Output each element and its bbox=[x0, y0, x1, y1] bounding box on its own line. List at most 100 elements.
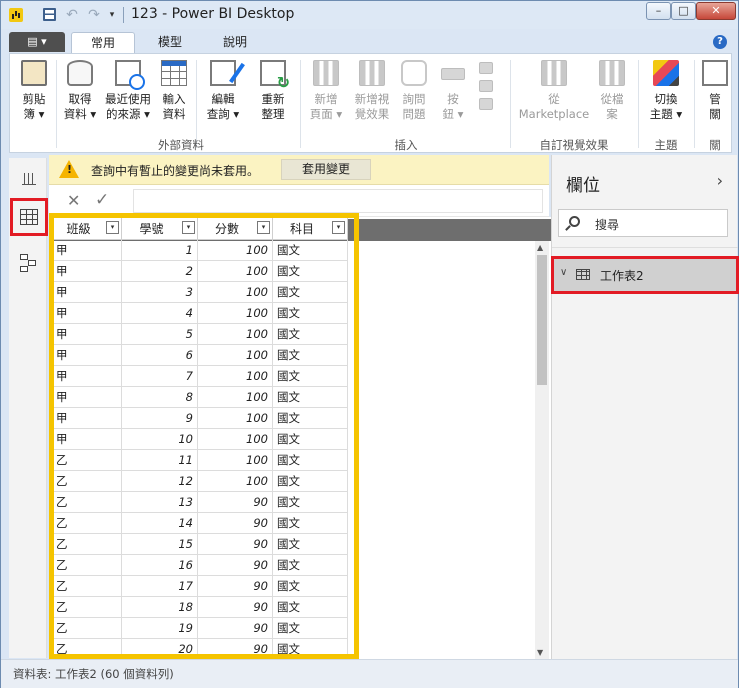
table-cell[interactable]: 乙 bbox=[51, 554, 122, 576]
table-cell[interactable]: 11 bbox=[121, 449, 198, 471]
report-view-button[interactable] bbox=[16, 166, 42, 192]
table-cell[interactable]: 國文 bbox=[272, 512, 348, 534]
table-cell[interactable]: 國文 bbox=[272, 260, 348, 282]
column-header-score[interactable]: 分數 ▾ bbox=[197, 217, 273, 240]
table-cell[interactable]: 甲 bbox=[51, 260, 122, 282]
table-cell[interactable]: 100 bbox=[197, 365, 273, 387]
table-cell[interactable]: 甲 bbox=[51, 407, 122, 429]
table-cell[interactable]: 國文 bbox=[272, 596, 348, 618]
table-cell[interactable]: 90 bbox=[197, 512, 273, 534]
table-cell[interactable]: 乙 bbox=[51, 512, 122, 534]
apply-changes-button[interactable]: 套用變更 bbox=[281, 159, 371, 180]
table-cell[interactable]: 乙 bbox=[51, 449, 122, 471]
relationships-view-button[interactable] bbox=[16, 250, 42, 276]
vertical-scrollbar[interactable]: ▲ ▼ bbox=[535, 241, 549, 659]
table-cell[interactable]: 5 bbox=[121, 323, 198, 345]
table-cell[interactable]: 90 bbox=[197, 533, 273, 555]
filter-dropdown-icon[interactable]: ▾ bbox=[182, 221, 195, 234]
table-cell[interactable]: 13 bbox=[121, 491, 198, 513]
formula-input[interactable] bbox=[133, 189, 543, 213]
fields-table-item[interactable]: ∨ 工作表2 bbox=[551, 256, 739, 294]
paste-button[interactable]: 剪貼 簿 ▾ bbox=[16, 60, 52, 122]
table-cell[interactable]: 國文 bbox=[272, 386, 348, 408]
help-icon[interactable]: ? bbox=[713, 35, 727, 49]
manage-relationships-button[interactable]: 管 關 bbox=[700, 60, 730, 122]
table-cell[interactable]: 甲 bbox=[51, 323, 122, 345]
table-cell[interactable]: 國文 bbox=[272, 407, 348, 429]
tab-help[interactable]: 說明 bbox=[206, 32, 264, 53]
table-cell[interactable]: 乙 bbox=[51, 596, 122, 618]
table-cell[interactable]: 100 bbox=[197, 344, 273, 366]
table-cell[interactable]: 國文 bbox=[272, 302, 348, 324]
table-cell[interactable]: 100 bbox=[197, 470, 273, 492]
table-cell[interactable]: 100 bbox=[197, 239, 273, 261]
table-cell[interactable]: 90 bbox=[197, 617, 273, 639]
table-cell[interactable]: 甲 bbox=[51, 428, 122, 450]
table-cell[interactable]: 甲 bbox=[51, 239, 122, 261]
table-cell[interactable]: 國文 bbox=[272, 575, 348, 597]
table-cell[interactable]: 甲 bbox=[51, 344, 122, 366]
column-header-class[interactable]: 班級 ▾ bbox=[51, 217, 122, 240]
confirm-icon[interactable]: ✓ bbox=[95, 190, 109, 210]
table-cell[interactable]: 14 bbox=[121, 512, 198, 534]
table-cell[interactable]: 1 bbox=[121, 239, 198, 261]
minimize-button[interactable]: – bbox=[646, 2, 671, 20]
table-cell[interactable]: 國文 bbox=[272, 428, 348, 450]
table-cell[interactable]: 100 bbox=[197, 386, 273, 408]
table-cell[interactable]: 甲 bbox=[51, 281, 122, 303]
scrollbar-thumb[interactable] bbox=[537, 255, 547, 385]
table-cell[interactable]: 90 bbox=[197, 491, 273, 513]
switch-theme-button[interactable]: 切換 主題 ▾ bbox=[644, 60, 688, 122]
table-cell[interactable]: 90 bbox=[197, 554, 273, 576]
table-cell[interactable]: 6 bbox=[121, 344, 198, 366]
table-cell[interactable]: 4 bbox=[121, 302, 198, 324]
textbox-button[interactable] bbox=[476, 62, 496, 116]
table-cell[interactable]: 國文 bbox=[272, 470, 348, 492]
undo-button[interactable]: ↶ bbox=[63, 6, 81, 24]
table-cell[interactable]: 17 bbox=[121, 575, 198, 597]
from-marketplace-button[interactable]: 從 Marketplace bbox=[516, 60, 592, 122]
ask-question-button[interactable]: 詢問 問題 bbox=[396, 60, 432, 122]
table-cell[interactable]: 國文 bbox=[272, 449, 348, 471]
table-cell[interactable]: 國文 bbox=[272, 344, 348, 366]
table-cell[interactable]: 乙 bbox=[51, 533, 122, 555]
edit-queries-button[interactable]: 編輯 查詢 ▾ bbox=[202, 60, 244, 122]
table-cell[interactable]: 國文 bbox=[272, 533, 348, 555]
table-cell[interactable]: 100 bbox=[197, 323, 273, 345]
get-data-button[interactable]: 取得 資料 ▾ bbox=[60, 60, 100, 122]
table-cell[interactable]: 2 bbox=[121, 260, 198, 282]
recent-sources-button[interactable]: 最近使用 的來源 ▾ bbox=[102, 60, 154, 122]
table-cell[interactable]: 乙 bbox=[51, 470, 122, 492]
customize-quick-access-button[interactable]: ▾ bbox=[107, 6, 117, 24]
cancel-icon[interactable]: ✕ bbox=[67, 191, 80, 210]
table-cell[interactable]: 100 bbox=[197, 407, 273, 429]
data-view-button[interactable] bbox=[10, 198, 48, 236]
table-cell[interactable]: 3 bbox=[121, 281, 198, 303]
table-cell[interactable]: 9 bbox=[121, 407, 198, 429]
fields-search-input[interactable]: 搜尋 bbox=[558, 209, 728, 237]
table-cell[interactable]: 甲 bbox=[51, 365, 122, 387]
table-cell[interactable]: 國文 bbox=[272, 281, 348, 303]
save-button[interactable] bbox=[41, 6, 57, 24]
scroll-down-icon[interactable]: ▼ bbox=[537, 648, 543, 657]
filter-dropdown-icon[interactable]: ▾ bbox=[257, 221, 270, 234]
table-cell[interactable]: 國文 bbox=[272, 617, 348, 639]
table-cell[interactable]: 12 bbox=[121, 470, 198, 492]
scroll-up-icon[interactable]: ▲ bbox=[537, 243, 543, 252]
table-cell[interactable]: 100 bbox=[197, 281, 273, 303]
table-cell[interactable]: 8 bbox=[121, 386, 198, 408]
filter-dropdown-icon[interactable]: ▾ bbox=[332, 221, 345, 234]
column-header-student-id[interactable]: 學號 ▾ bbox=[121, 217, 198, 240]
table-cell[interactable]: 國文 bbox=[272, 323, 348, 345]
maximize-button[interactable]: □ bbox=[671, 2, 696, 20]
table-cell[interactable]: 國文 bbox=[272, 491, 348, 513]
filter-dropdown-icon[interactable]: ▾ bbox=[106, 221, 119, 234]
table-cell[interactable]: 100 bbox=[197, 260, 273, 282]
tab-modeling[interactable]: 模型 bbox=[139, 32, 201, 53]
table-cell[interactable]: 國文 bbox=[272, 365, 348, 387]
expand-chevron-icon[interactable]: ∨ bbox=[560, 267, 567, 278]
table-cell[interactable]: 100 bbox=[197, 449, 273, 471]
new-page-button[interactable]: 新增 頁面 ▾ bbox=[306, 60, 346, 122]
table-cell[interactable]: 乙 bbox=[51, 617, 122, 639]
table-cell[interactable]: 甲 bbox=[51, 302, 122, 324]
